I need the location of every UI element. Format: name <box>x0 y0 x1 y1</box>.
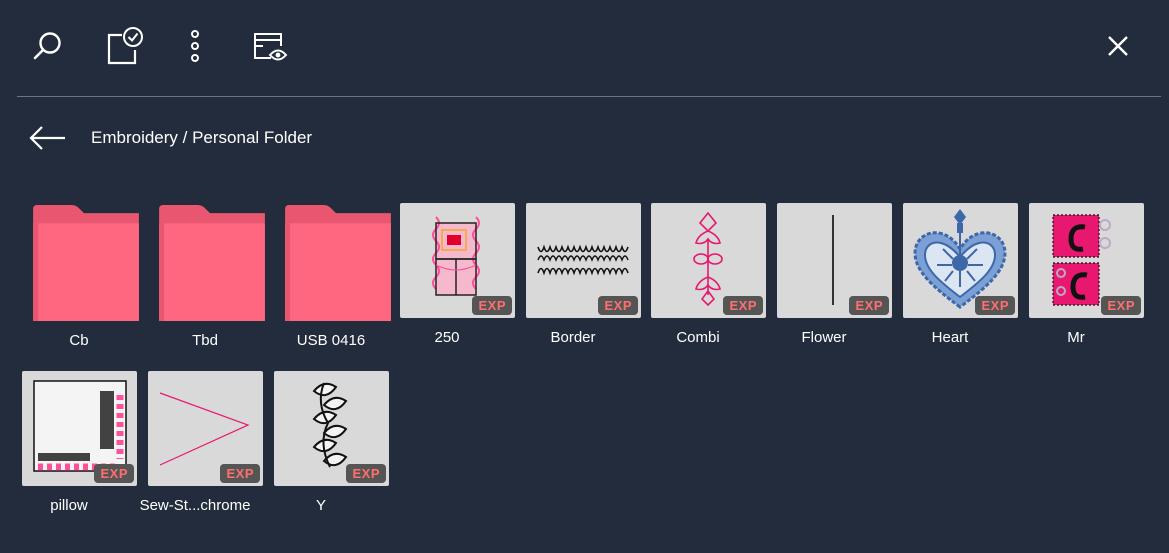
file-thumbnail: EXP <box>651 203 766 318</box>
file-name: Y <box>315 497 326 514</box>
search-icon <box>33 32 61 60</box>
file-thumbnail: EXP <box>22 371 137 486</box>
file-thumbnail: EXP <box>1029 203 1144 318</box>
file-type-badge: EXP <box>472 296 512 315</box>
close-button[interactable] <box>1094 22 1142 70</box>
file-name: Heart <box>931 329 969 346</box>
folder-name: Cb <box>69 332 89 349</box>
toolbar-divider <box>17 96 1161 97</box>
more-options-button[interactable] <box>171 22 219 70</box>
file-type-badge: EXP <box>723 296 763 315</box>
file-name: Border <box>550 329 596 346</box>
select-check-icon <box>107 27 143 65</box>
file-name: pillow <box>50 497 88 514</box>
file-thumbnail: EXP <box>400 203 515 318</box>
file-name: Flower <box>801 329 847 346</box>
file-type-badge: EXP <box>975 296 1015 315</box>
breadcrumb: Embroidery / Personal Folder <box>91 128 313 147</box>
preview-eye-icon <box>254 33 288 61</box>
file-thumbnail: EXP <box>777 203 892 318</box>
toolbar <box>0 0 1169 96</box>
preview-button[interactable] <box>246 22 294 70</box>
search-button[interactable] <box>24 22 72 70</box>
select-button[interactable] <box>100 22 148 70</box>
file-type-badge: EXP <box>849 296 889 315</box>
file-thumbnail: EXP <box>148 371 263 486</box>
folder-icon <box>159 205 265 321</box>
folder-icon <box>285 205 391 321</box>
file-name: Mr <box>1067 329 1085 346</box>
navigation-row: Embroidery / Personal Folder <box>0 112 1169 164</box>
file-thumbnail: EXP <box>903 203 1018 318</box>
file-name: Sew-St...chrome <box>139 497 251 514</box>
folder-name: Tbd <box>192 332 218 349</box>
file-name: Combi <box>676 329 720 346</box>
file-thumbnail: EXP <box>274 371 389 486</box>
more-vertical-icon <box>191 30 199 62</box>
close-icon <box>1108 36 1128 56</box>
file-type-badge: EXP <box>1101 296 1141 315</box>
arrow-left-icon <box>29 126 65 150</box>
file-type-badge: EXP <box>598 296 638 315</box>
file-type-badge: EXP <box>220 464 260 483</box>
file-type-badge: EXP <box>346 464 386 483</box>
file-thumbnail: EXP <box>526 203 641 318</box>
file-type-badge: EXP <box>94 464 134 483</box>
back-button[interactable] <box>24 120 70 156</box>
folder-icon <box>33 205 139 321</box>
file-name: 250 <box>434 329 460 346</box>
